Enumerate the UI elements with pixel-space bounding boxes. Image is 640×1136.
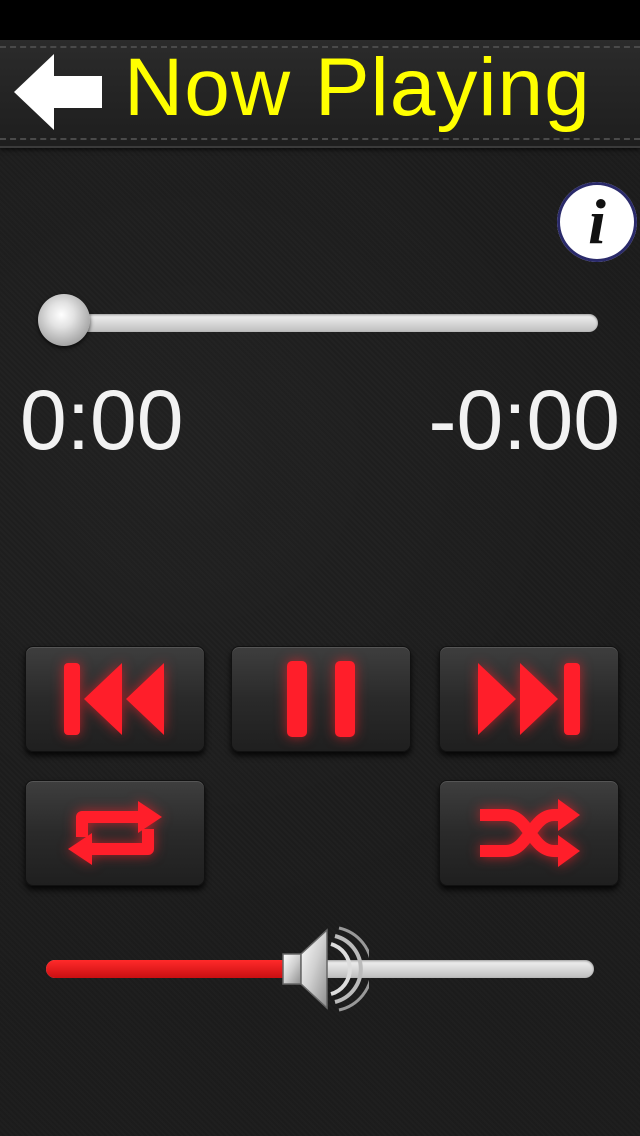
- repeat-icon: [68, 801, 162, 865]
- header-bar: Now Playing: [0, 40, 640, 148]
- header-stitch-bottom: [0, 138, 640, 140]
- elapsed-time: 0:00: [20, 373, 184, 467]
- volume-fill: [46, 960, 293, 978]
- progress-thumb[interactable]: [38, 294, 90, 346]
- pause-button[interactable]: [231, 646, 411, 752]
- info-icon: i: [588, 186, 606, 257]
- volume-thumb[interactable]: [273, 924, 373, 1014]
- remaining-time: -0:00: [428, 373, 620, 467]
- back-arrow-icon: [14, 54, 102, 130]
- repeat-button[interactable]: [25, 780, 205, 886]
- shuffle-button[interactable]: [439, 780, 619, 886]
- back-button[interactable]: [10, 50, 106, 134]
- pause-icon: [287, 661, 355, 737]
- next-track-button[interactable]: [439, 646, 619, 752]
- info-button[interactable]: i: [557, 182, 637, 262]
- previous-track-icon: [64, 663, 164, 735]
- progress-track[interactable]: [50, 314, 598, 332]
- page-title: Now Playing: [124, 42, 591, 133]
- previous-track-button[interactable]: [25, 646, 205, 752]
- speaker-icon: [281, 926, 373, 1012]
- shuffle-icon: [480, 799, 580, 867]
- status-bar: [0, 0, 640, 40]
- next-track-icon: [478, 663, 580, 735]
